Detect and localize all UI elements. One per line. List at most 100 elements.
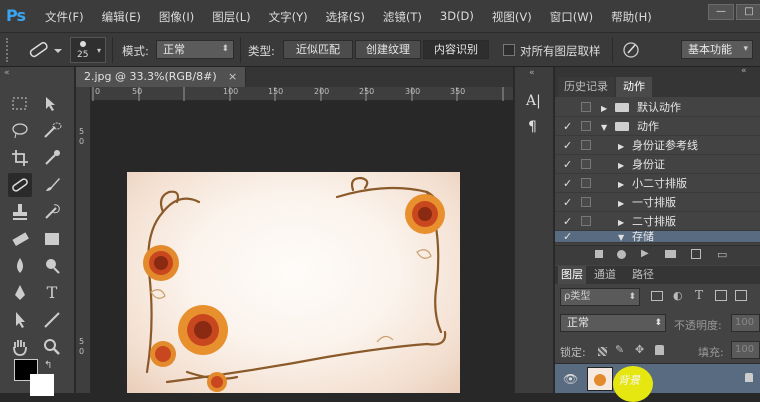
tab-paths[interactable]: 路径	[626, 266, 660, 284]
tab-channels[interactable]: 通道	[588, 266, 622, 284]
filter-pixel-icon[interactable]	[651, 291, 663, 301]
maximize-button[interactable]: □	[736, 4, 760, 20]
lock-all-icon[interactable]	[655, 345, 664, 355]
spot-healing-brush-tool-icon[interactable]	[8, 173, 32, 197]
tab-actions[interactable]: 动作	[616, 77, 652, 97]
lock-transparent-icon[interactable]	[598, 347, 607, 356]
zoom-tool-icon[interactable]	[40, 335, 64, 359]
layer-kind-filter[interactable]: ρ类型 ⬍	[560, 288, 640, 306]
filter-adjustment-icon[interactable]: ◐	[673, 289, 683, 302]
dialog-toggle-box[interactable]	[581, 216, 591, 226]
collapse-arrows-icon[interactable]: «	[741, 66, 747, 76]
menu-help[interactable]: 帮助(H)	[611, 9, 652, 25]
mode-dropdown[interactable]: 正常 ⬍	[156, 40, 234, 59]
canvas-image[interactable]	[127, 172, 460, 393]
opacity-input[interactable]: 100	[731, 314, 760, 332]
hand-tool-icon[interactable]	[8, 335, 32, 359]
collapse-triangle-icon[interactable]: ▼	[618, 231, 624, 242]
character-panel-icon[interactable]: A|	[526, 93, 541, 109]
action-set-default[interactable]: ▶ 默认动作	[555, 98, 760, 117]
action-item[interactable]: ✓ ▶ 一寸排版	[555, 193, 760, 212]
menu-3d[interactable]: 3D(D)	[440, 9, 474, 25]
action-set-actions[interactable]: ✓ ▼ 动作	[555, 117, 760, 136]
fill-input[interactable]: 100	[731, 341, 760, 359]
collapse-arrows-icon[interactable]: «	[529, 68, 535, 78]
type-create-texture[interactable]: 创建纹理	[355, 40, 421, 59]
checkmark-icon[interactable]: ✓	[563, 136, 572, 155]
checkmark-icon[interactable]: ✓	[563, 174, 572, 193]
close-tab-icon[interactable]: ×	[228, 67, 237, 87]
path-selection-tool-icon[interactable]	[8, 308, 32, 332]
action-item[interactable]: ✓ ▶ 身份证参考线	[555, 136, 760, 155]
play-icon[interactable]: ▶	[641, 248, 649, 259]
checkmark-icon[interactable]: ✓	[563, 155, 572, 174]
sample-all-checkbox[interactable]	[503, 44, 515, 56]
brush-tool-icon[interactable]	[40, 173, 64, 197]
line-tool-icon[interactable]	[40, 308, 64, 332]
visibility-eye-icon[interactable]: 👁	[563, 372, 578, 386]
document-tab[interactable]: 2.jpg @ 33.3%(RGB/8#) ×	[76, 67, 246, 87]
action-item[interactable]: ✓ ▶ 小二寸排版	[555, 174, 760, 193]
menu-window[interactable]: 窗口(W)	[550, 9, 593, 25]
crop-tool-icon[interactable]	[8, 146, 32, 170]
record-icon[interactable]	[617, 250, 626, 259]
pressure-brush-icon[interactable]	[620, 40, 642, 60]
new-action-icon[interactable]	[691, 249, 701, 259]
dialog-toggle-box[interactable]	[581, 159, 591, 169]
action-item-selected[interactable]: ✓ ▼ 存储	[555, 231, 760, 243]
lock-position-move-icon[interactable]: ✥	[635, 343, 644, 356]
dialog-toggle-box[interactable]	[581, 121, 591, 131]
filter-type-icon[interactable]: T	[695, 288, 703, 302]
expand-triangle-icon[interactable]: ▶	[618, 194, 624, 213]
action-item[interactable]: ✓ ▶ 身份证	[555, 155, 760, 174]
paragraph-panel-icon[interactable]: ¶	[528, 119, 537, 135]
layer-row-background[interactable]: 👁 背景	[555, 363, 760, 402]
lasso-tool-icon[interactable]	[8, 119, 32, 143]
expand-triangle-icon[interactable]: ▶	[618, 213, 624, 232]
filter-smart-object-icon[interactable]	[735, 290, 747, 301]
checkmark-icon[interactable]: ✓	[563, 117, 572, 136]
type-tool-icon[interactable]: T	[40, 281, 64, 305]
move-tool-icon[interactable]	[40, 92, 64, 116]
lock-pixels-brush-icon[interactable]: ✎	[615, 343, 624, 356]
menu-file[interactable]: 文件(F)	[45, 9, 84, 25]
brush-size-picker[interactable]: 25 ▾	[70, 37, 106, 63]
new-set-folder-icon[interactable]	[665, 250, 676, 258]
expand-triangle-icon[interactable]: ▶	[618, 175, 624, 194]
dodge-tool-icon[interactable]	[40, 254, 64, 278]
pen-tool-icon[interactable]	[8, 281, 32, 305]
expand-triangle-icon[interactable]: ▶	[601, 99, 607, 118]
menu-filter[interactable]: 滤镜(T)	[383, 9, 422, 25]
tab-history[interactable]: 历史记录	[558, 77, 614, 97]
swap-colors-icon[interactable]: ↰	[44, 360, 52, 371]
checkmark-icon[interactable]: ✓	[563, 193, 572, 212]
workspace-dropdown[interactable]: 基本功能 ▾	[681, 40, 753, 59]
menu-layer[interactable]: 图层(L)	[212, 9, 250, 25]
checkmark-icon[interactable]: ✓	[563, 231, 572, 242]
history-brush-tool-icon[interactable]	[40, 200, 64, 224]
quick-selection-tool-icon[interactable]	[40, 119, 64, 143]
action-item[interactable]: ✓ ▶ 二寸排版	[555, 212, 760, 231]
blend-mode-dropdown[interactable]: 正常 ⬍	[560, 314, 666, 332]
eyedropper-tool-icon[interactable]	[40, 146, 64, 170]
menu-select[interactable]: 选择(S)	[326, 9, 365, 25]
minimize-button[interactable]: —	[708, 4, 734, 20]
grip-handle[interactable]	[6, 38, 14, 62]
marquee-tool-icon[interactable]	[8, 92, 32, 116]
gradient-tool-icon[interactable]	[40, 227, 64, 251]
collapse-triangle-icon[interactable]: ▼	[601, 118, 607, 137]
menu-edit[interactable]: 编辑(E)	[102, 9, 141, 25]
tab-layers[interactable]: 图层	[558, 266, 586, 284]
collapse-arrows-icon[interactable]: «	[4, 68, 10, 78]
clone-stamp-tool-icon[interactable]	[8, 200, 32, 224]
menu-type[interactable]: 文字(Y)	[269, 9, 308, 25]
dialog-toggle-box[interactable]	[581, 140, 591, 150]
type-proximity-match[interactable]: 近似匹配	[283, 40, 353, 59]
dialog-toggle-box[interactable]	[581, 197, 591, 207]
expand-triangle-icon[interactable]: ▶	[618, 137, 624, 156]
menu-image[interactable]: 图像(I)	[159, 9, 194, 25]
eraser-tool-icon[interactable]	[8, 227, 32, 251]
spot-healing-brush-icon[interactable]	[24, 40, 64, 60]
blur-tool-icon[interactable]	[8, 254, 32, 278]
stop-icon[interactable]	[595, 250, 603, 258]
